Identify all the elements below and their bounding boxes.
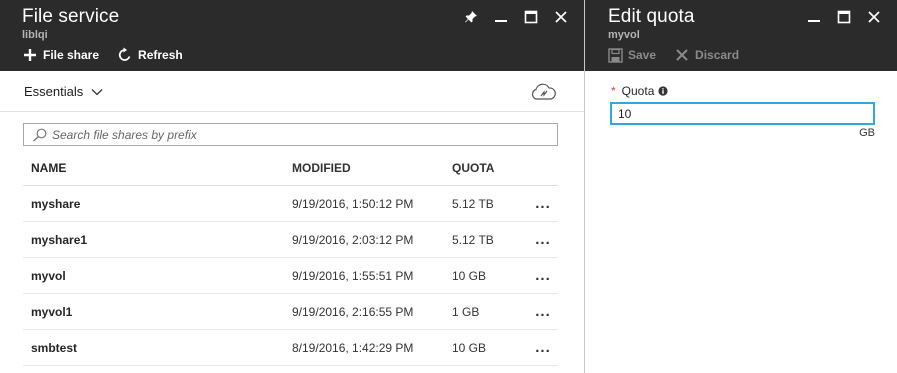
blade-subtitle: myvol [608,29,640,41]
maximize-icon[interactable] [516,8,546,26]
discard-label: Discard [695,48,740,62]
pin-icon[interactable] [456,8,486,26]
more-actions-button[interactable]: ... [528,231,558,248]
blade-title: Edit quota [608,6,695,27]
column-header-name[interactable]: NAME [23,161,292,175]
file-service-blade: File service liblqi File share Refresh E… [0,0,584,373]
search-box[interactable] [23,123,558,146]
table-header: NAME MODIFIED QUOTA [23,150,558,186]
window-controls [799,8,889,26]
quota-label-text: Quota [621,84,655,98]
window-controls [456,8,576,26]
share-modified: 9/19/2016, 1:55:51 PM [292,268,414,283]
discard-button[interactable]: Discard [674,47,739,63]
table-row[interactable]: myshare 9/19/2016, 1:50:12 PM 5.12 TB ..… [23,186,558,222]
cloud-icon[interactable] [530,83,556,106]
column-header-modified[interactable]: MODIFIED [292,161,452,175]
file-service-toolbar: File share Refresh [22,47,201,63]
share-quota: 10 GB [452,340,487,355]
search-input[interactable] [52,127,542,142]
more-actions-button[interactable]: ... [528,339,558,356]
share-quota: 1 GB [452,304,480,319]
table-row[interactable]: myshare1 9/19/2016, 2:03:12 PM 5.12 TB .… [23,222,558,258]
share-modified: 9/19/2016, 2:16:55 PM [292,304,414,319]
share-name: myshare [31,196,81,211]
share-name: myvol1 [31,304,73,319]
minimize-icon[interactable] [486,8,516,26]
add-file-share-label: File share [43,48,100,62]
edit-quota-header: Edit quota myvol Save Discard [585,0,897,71]
maximize-icon[interactable] [829,8,859,26]
quota-unit: GB [859,127,875,139]
share-quota: 5.12 TB [452,196,494,211]
share-name: myshare1 [31,232,88,247]
refresh-label: Refresh [138,48,183,62]
save-button[interactable]: Save [607,47,656,63]
file-shares-table: NAME MODIFIED QUOTA myshare 9/19/2016, 1… [23,150,558,366]
more-actions-button[interactable]: ... [528,267,558,284]
edit-quota-blade: Edit quota myvol Save Discard * Quota 10… [585,0,897,373]
refresh-icon [117,47,133,63]
edit-quota-toolbar: Save Discard [607,47,757,63]
more-actions-button[interactable]: ... [528,303,558,320]
share-modified: 9/19/2016, 1:50:12 PM [292,196,414,211]
share-name: myvol [31,268,66,283]
table-row[interactable]: myvol 9/19/2016, 1:55:51 PM 10 GB ... [23,258,558,294]
table-row[interactable]: smbtest 8/19/2016, 1:42:29 PM 10 GB ... [23,330,558,366]
info-icon[interactable] [658,86,668,96]
plus-icon [22,47,38,63]
quota-input[interactable] [610,102,875,125]
essentials-toggle[interactable]: Essentials [24,84,103,99]
share-modified: 9/19/2016, 2:03:12 PM [292,232,414,247]
blade-title: File service [22,6,120,27]
minimize-icon[interactable] [799,8,829,26]
save-icon [607,47,623,63]
chevron-down-icon [91,88,103,95]
share-modified: 8/19/2016, 1:42:29 PM [292,340,414,355]
discard-icon [674,47,690,63]
close-icon[interactable] [859,8,889,26]
required-marker: * [611,84,616,98]
add-file-share-button[interactable]: File share [22,47,99,63]
column-header-quota[interactable]: QUOTA [452,161,528,175]
blade-subtitle: liblqi [22,29,48,41]
file-service-header: File service liblqi File share Refresh [0,0,584,71]
share-quota: 5.12 TB [452,232,494,247]
more-actions-button[interactable]: ... [528,195,558,212]
table-row[interactable]: myvol1 9/19/2016, 2:16:55 PM 1 GB ... [23,294,558,330]
essentials-label: Essentials [24,84,84,99]
save-label: Save [628,48,657,62]
essentials-divider [0,111,584,112]
search-icon [33,128,47,141]
refresh-button[interactable]: Refresh [117,47,183,63]
share-name: smbtest [31,340,78,355]
close-icon[interactable] [546,8,576,26]
quota-field-label: * Quota [611,84,668,98]
share-quota: 10 GB [452,268,487,283]
